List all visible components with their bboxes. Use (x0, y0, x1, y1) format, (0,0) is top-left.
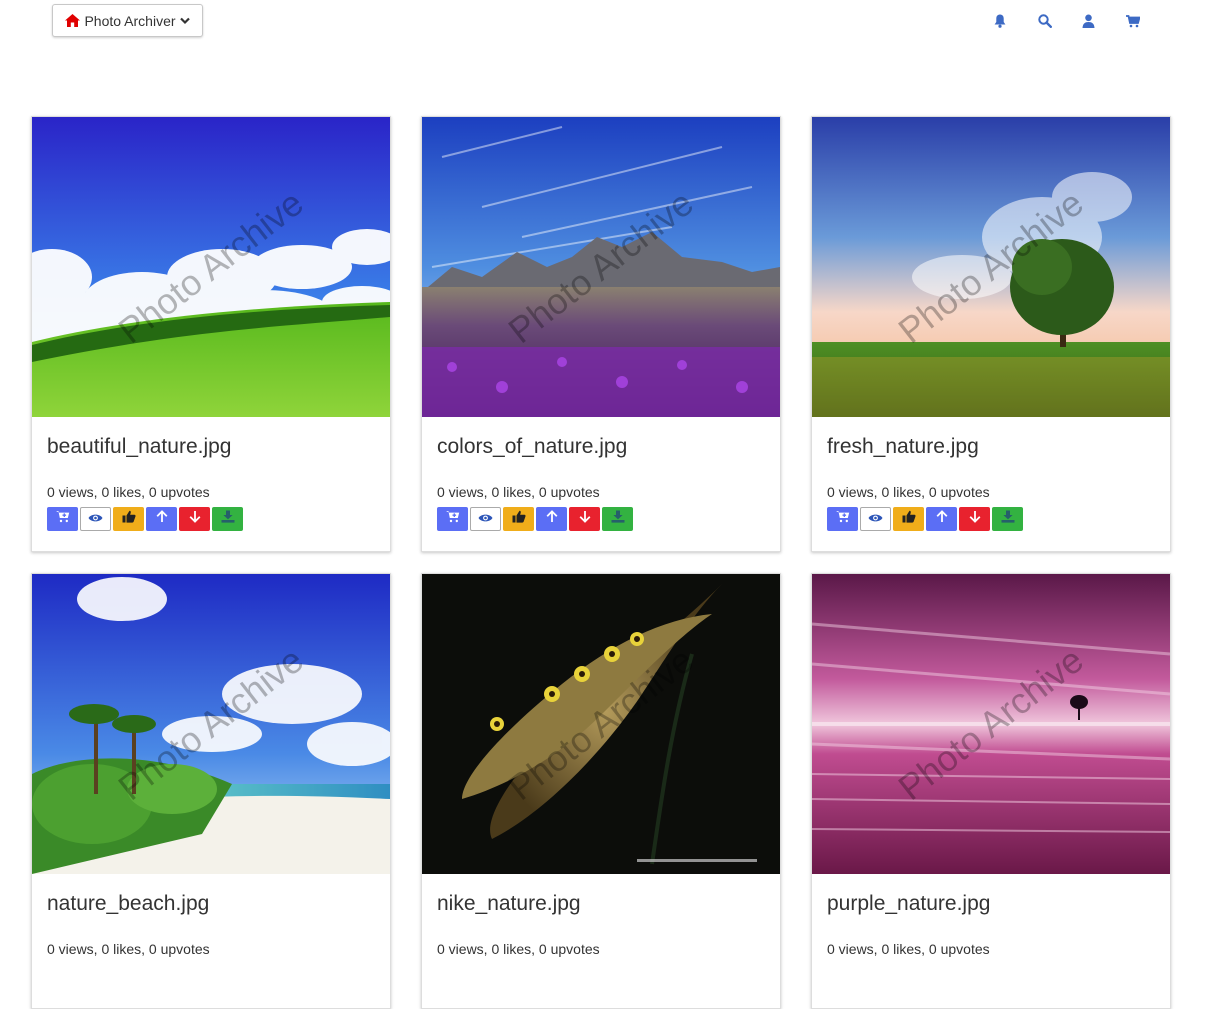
upvote-button[interactable] (536, 507, 567, 531)
like-button[interactable] (113, 507, 144, 531)
view-button[interactable] (80, 507, 111, 531)
photo-thumbnail[interactable]: Photo Archive (422, 574, 780, 874)
photo-title: beautiful_nature.jpg (47, 435, 232, 458)
photo-stats: 0 views, 0 likes, 0 upvotes (827, 941, 990, 957)
photo-card: Photo Archive nature_beach.jpg 0 views, … (31, 573, 391, 1009)
upvote-button[interactable] (146, 507, 177, 531)
cart-plus-icon (445, 510, 460, 528)
arrow-down-icon (579, 510, 591, 528)
cart-icon[interactable] (1122, 12, 1166, 30)
photo-title: nike_nature.jpg (437, 892, 581, 915)
photo-thumbnail[interactable]: Photo Archive (422, 117, 780, 417)
photo-stats: 0 views, 0 likes, 0 upvotes (827, 484, 990, 500)
photo-card: Photo Archive nike_nature.jpg 0 views, 0… (421, 573, 781, 1009)
brand-label: Photo Archiver (84, 12, 176, 29)
search-icon[interactable] (1034, 12, 1078, 30)
download-icon (221, 510, 235, 528)
photo-card: Photo Archive purple_nature.jpg 0 views,… (811, 573, 1171, 1009)
view-button[interactable] (860, 507, 891, 531)
like-button[interactable] (893, 507, 924, 531)
user-icon[interactable] (1078, 12, 1122, 30)
photo-card: Photo Archive fresh_nature.jpg 0 views, … (811, 116, 1171, 552)
download-button[interactable] (212, 507, 243, 531)
thumbs-up-icon (902, 510, 916, 528)
thumbs-up-icon (512, 510, 526, 528)
add-to-cart-button[interactable] (827, 507, 858, 531)
download-button[interactable] (602, 507, 633, 531)
photo-card: Photo Archive beautiful_nature.jpg 0 vie… (31, 116, 391, 552)
eye-icon (478, 510, 493, 528)
photo-thumbnail[interactable]: Photo Archive (812, 117, 1170, 417)
arrow-up-icon (546, 510, 558, 528)
action-bar (437, 507, 765, 531)
arrow-up-icon (936, 510, 948, 528)
arrow-down-icon (189, 510, 201, 528)
photo-title: colors_of_nature.jpg (437, 435, 628, 458)
like-button[interactable] (503, 507, 534, 531)
action-bar (827, 507, 1155, 531)
cart-plus-icon (55, 510, 70, 528)
chevron-down-icon (179, 17, 190, 25)
action-bar (47, 507, 375, 531)
eye-icon (868, 510, 883, 528)
photo-stats: 0 views, 0 likes, 0 upvotes (437, 941, 600, 957)
arrow-up-icon (156, 510, 168, 528)
photo-thumbnail[interactable]: Photo Archive (32, 574, 390, 874)
eye-icon (88, 510, 103, 528)
view-button[interactable] (470, 507, 501, 531)
photo-stats: 0 views, 0 likes, 0 upvotes (437, 484, 600, 500)
photo-title: fresh_nature.jpg (827, 435, 979, 458)
download-icon (611, 510, 625, 528)
photo-grid: Photo Archive beautiful_nature.jpg 0 vie… (31, 116, 1171, 1009)
downvote-button[interactable] (959, 507, 990, 531)
thumbs-up-icon (122, 510, 136, 528)
photo-title: nature_beach.jpg (47, 892, 210, 915)
photo-title: purple_nature.jpg (827, 892, 991, 915)
photo-stats: 0 views, 0 likes, 0 upvotes (47, 941, 210, 957)
bell-icon[interactable] (990, 12, 1034, 30)
downvote-button[interactable] (179, 507, 210, 531)
cart-plus-icon (835, 510, 850, 528)
download-button[interactable] (992, 507, 1023, 531)
upvote-button[interactable] (926, 507, 957, 531)
photo-thumbnail[interactable]: Photo Archive (32, 117, 390, 417)
add-to-cart-button[interactable] (47, 507, 78, 531)
downvote-button[interactable] (569, 507, 600, 531)
photo-stats: 0 views, 0 likes, 0 upvotes (47, 484, 210, 500)
home-icon (65, 14, 81, 27)
arrow-down-icon (969, 510, 981, 528)
photo-thumbnail[interactable]: Photo Archive (812, 574, 1170, 874)
navbar-icons (990, 12, 1166, 30)
download-icon (1001, 510, 1015, 528)
photo-card: Photo Archive colors_of_nature.jpg 0 vie… (421, 116, 781, 552)
add-to-cart-button[interactable] (437, 507, 468, 531)
brand-dropdown-button[interactable]: Photo Archiver (52, 4, 203, 37)
